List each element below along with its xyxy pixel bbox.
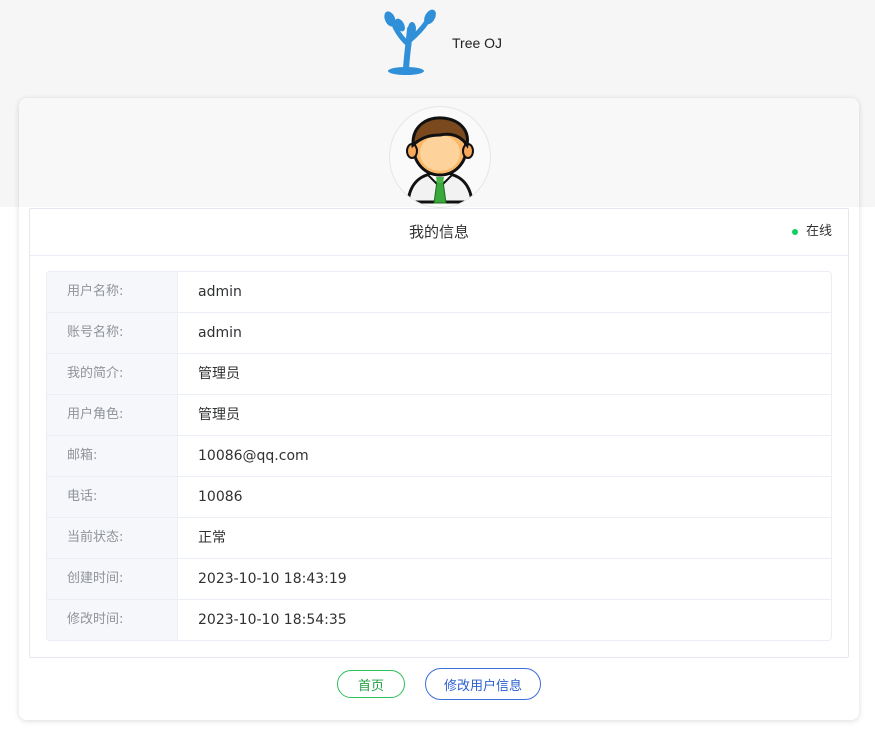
field-value: 2023-10-10 18:54:35: [198, 612, 347, 628]
user-info-table: 用户名称: admin 账号名称: admin 我的简介: 管理员 用户角色: …: [46, 271, 832, 641]
panel-title: 我的信息: [408, 223, 469, 241]
status-text: 在线: [805, 224, 832, 239]
table-row: 账号名称: admin: [47, 313, 831, 354]
status-badge: 在线: [791, 209, 832, 255]
table-row: 当前状态: 正常: [47, 518, 831, 559]
tree-logo-icon: [382, 9, 438, 77]
avatar[interactable]: [389, 106, 491, 208]
field-label: 电话:: [47, 477, 178, 517]
my-info-panel: 我的信息 在线 用户名称: admin 账号名称: admin 我的简介: 管理…: [29, 208, 849, 658]
brand[interactable]: Tree OJ: [382, 8, 502, 78]
field-value: admin: [198, 284, 242, 300]
field-value: admin: [198, 325, 242, 341]
online-dot-icon: [791, 229, 798, 235]
table-row: 我的简介: 管理员: [47, 354, 831, 395]
edit-user-info-button[interactable]: 修改用户信息: [425, 668, 541, 700]
field-label: 用户角色:: [47, 395, 178, 435]
user-avatar-icon: [406, 116, 474, 204]
table-row: 邮箱: 10086@qq.com: [47, 436, 831, 477]
field-value: 管理员: [198, 407, 240, 423]
field-value: 10086@qq.com: [198, 448, 309, 464]
field-value: 管理员: [198, 366, 240, 382]
field-label: 邮箱:: [47, 436, 178, 476]
field-label: 我的简介:: [47, 354, 178, 394]
field-label: 账号名称:: [47, 313, 178, 353]
table-row: 修改时间: 2023-10-10 18:54:35: [47, 600, 831, 640]
field-label: 修改时间:: [47, 600, 178, 640]
field-label: 当前状态:: [47, 518, 178, 558]
field-value: 正常: [198, 530, 226, 546]
table-row: 用户角色: 管理员: [47, 395, 831, 436]
brand-name: Tree OJ: [452, 35, 503, 51]
field-value: 10086: [198, 489, 243, 505]
table-row: 用户名称: admin: [47, 272, 831, 313]
table-row: 电话: 10086: [47, 477, 831, 518]
field-label: 用户名称:: [47, 272, 178, 312]
field-label: 创建时间:: [47, 559, 178, 599]
table-row: 创建时间: 2023-10-10 18:43:19: [47, 559, 831, 600]
home-button[interactable]: 首页: [337, 670, 405, 698]
panel-header: 我的信息 在线: [30, 209, 848, 256]
field-value: 2023-10-10 18:43:19: [198, 571, 347, 587]
